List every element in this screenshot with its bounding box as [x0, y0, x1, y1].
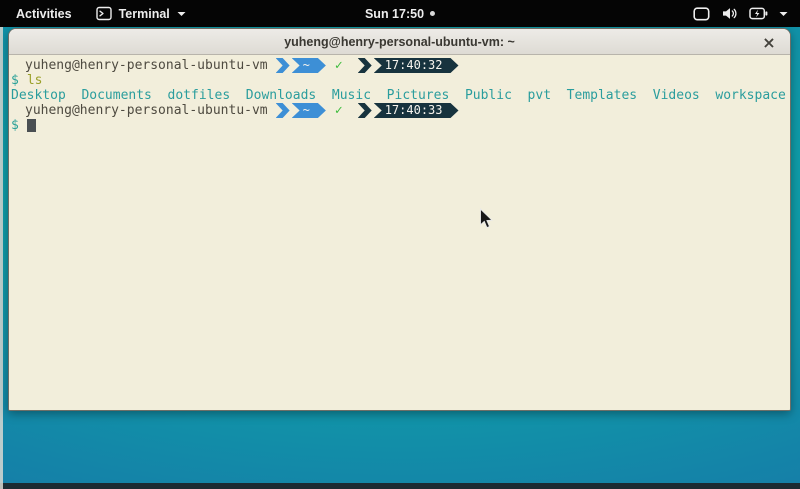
prompt-path-segment: ~	[292, 58, 326, 73]
clock-label: Sun 17:50	[365, 7, 424, 21]
directory-name: workspace	[715, 88, 785, 103]
volume-icon	[721, 6, 738, 21]
system-status-menu[interactable]	[693, 0, 800, 27]
chevron-down-icon	[177, 11, 186, 17]
desktop-left-edge	[0, 27, 3, 489]
prompt-path-segment: ~	[292, 103, 326, 118]
prompt-line-2: yuheng@henry-personal-ubuntu-vm ~ ✓ 17:4…	[11, 103, 788, 118]
directory-name: Pictures	[387, 88, 450, 103]
prompt-symbol: $	[11, 73, 19, 88]
directory-name: Music	[332, 88, 371, 103]
directory-name: Public	[465, 88, 512, 103]
powerline-chevron-icon	[276, 103, 290, 118]
chevron-down-icon	[779, 11, 788, 17]
window-titlebar[interactable]: yuheng@henry-personal-ubuntu-vm: ~ ×	[9, 29, 790, 55]
ls-output-line: Desktop Documents dotfiles Downloads Music Pi…	[11, 88, 788, 103]
directory-name: dotfiles	[168, 88, 231, 103]
directory-name: Documents	[81, 88, 151, 103]
prompt-symbol: $	[11, 118, 19, 133]
command-line: $ ls	[11, 73, 788, 88]
app-menu-button[interactable]: Terminal	[96, 6, 186, 21]
command-text: ls	[27, 73, 43, 88]
app-menu-label: Terminal	[119, 7, 170, 21]
powerline-chevron-icon	[358, 58, 372, 73]
prompt-user: yuheng@henry-personal-ubuntu-vm	[25, 58, 268, 73]
terminal-window: yuheng@henry-personal-ubuntu-vm: ~ × yuh…	[8, 28, 791, 411]
battery-charging-icon	[749, 7, 768, 20]
notification-dot-icon	[430, 11, 435, 16]
input-line: $	[11, 118, 788, 133]
powerline-chevron-icon	[276, 58, 290, 73]
top-bar: Activities Terminal Sun 17:50	[0, 0, 800, 27]
terminal-cursor	[27, 119, 36, 132]
directory-name: Videos	[653, 88, 700, 103]
clock-button[interactable]: Sun 17:50	[365, 0, 435, 27]
terminal-icon	[96, 6, 112, 21]
prompt-time-segment: 17:40:32	[374, 58, 459, 73]
powerline-chevron-icon	[358, 103, 372, 118]
desktop-bottom-edge	[0, 483, 800, 489]
status-check-icon: ✓	[335, 103, 343, 118]
prompt-line-1: yuheng@henry-personal-ubuntu-vm ~ ✓ 17:4…	[11, 58, 788, 73]
screen-icon	[693, 7, 710, 21]
directory-name: Templates	[567, 88, 637, 103]
close-button[interactable]: ×	[758, 29, 780, 55]
activities-button[interactable]: Activities	[10, 4, 78, 24]
directory-name: Desktop	[11, 88, 66, 103]
window-title: yuheng@henry-personal-ubuntu-vm: ~	[284, 35, 515, 49]
directory-name: Downloads	[246, 88, 316, 103]
terminal-screen[interactable]: yuheng@henry-personal-ubuntu-vm ~ ✓ 17:4…	[9, 55, 790, 410]
status-check-icon: ✓	[335, 58, 343, 73]
prompt-user: yuheng@henry-personal-ubuntu-vm	[25, 103, 268, 118]
prompt-time-segment: 17:40:33	[374, 103, 459, 118]
directory-name: pvt	[528, 88, 551, 103]
